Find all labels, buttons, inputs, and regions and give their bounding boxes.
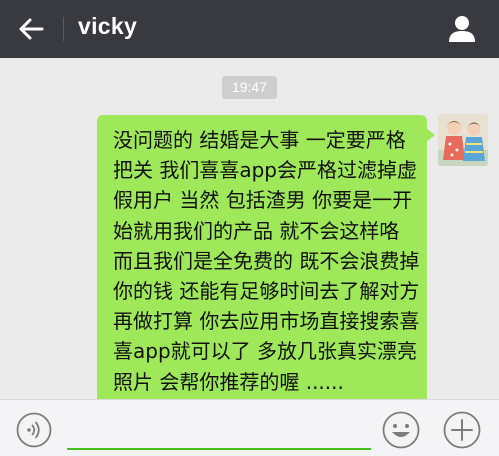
avatar[interactable] <box>438 114 488 166</box>
chat-screen: vicky 19:47 没问题的 结婚是大事 一定要严格 把关 我们喜喜app会… <box>0 0 499 456</box>
back-arrow-icon[interactable] <box>16 14 46 44</box>
message-timestamp: 19:47 <box>222 76 277 99</box>
voice-icon[interactable] <box>16 412 52 448</box>
message-input[interactable] <box>67 410 371 450</box>
person-icon[interactable] <box>447 14 477 44</box>
message-bubble[interactable]: 没问题的 结婚是大事 一定要严格 把关 我们喜喜app会严格过滤掉虚 假用户 当… <box>97 115 427 405</box>
plus-icon[interactable] <box>443 411 481 449</box>
message-line: 再做打算 你去应用市场直接搜索喜 <box>113 309 420 334</box>
chat-title: vicky <box>78 13 138 39</box>
message-line: 你的钱 还能有足够时间去了解对方 <box>113 279 420 304</box>
input-bar <box>0 399 499 456</box>
message-line: 假用户 当然 包括渣男 你要是一开 <box>113 188 413 213</box>
top-bar: vicky <box>0 0 499 58</box>
smiley-icon[interactable] <box>382 411 420 449</box>
message-line: 照片 会帮你推荐的喔 ...... <box>113 369 344 394</box>
bubble-tail <box>426 128 435 142</box>
header-divider <box>63 17 64 41</box>
message-line: 没问题的 结婚是大事 一定要严格 <box>113 128 406 152</box>
message-line: 把关 我们喜喜app会严格过滤掉虚 <box>113 158 418 183</box>
message-line: 喜app就可以了 多放几张真实漂亮 <box>113 339 418 364</box>
message-line: 而且我们是全免费的 既不会浪费掉 <box>113 248 420 273</box>
message-line: 始就用我们的产品 就不会这样咯 <box>113 218 400 243</box>
